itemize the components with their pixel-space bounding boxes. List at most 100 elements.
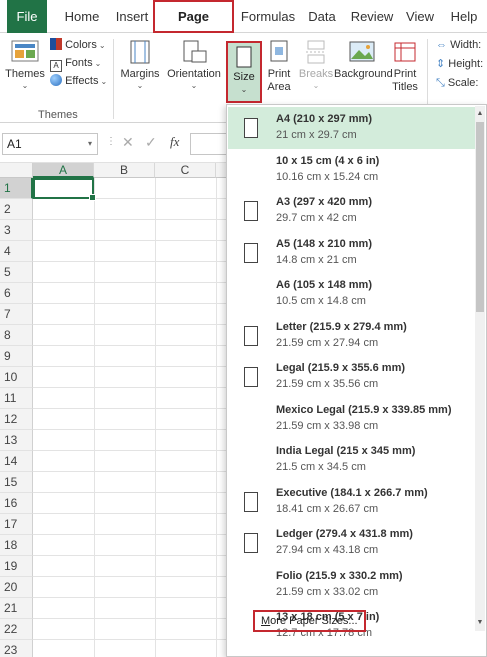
themes-button[interactable]: Themes ⌄ xyxy=(4,39,46,91)
row-header[interactable]: 6 xyxy=(0,283,33,304)
height-label: Height: xyxy=(448,58,484,70)
insert-function-icon[interactable]: fx xyxy=(170,134,179,150)
colors-button[interactable]: Colors ⌄ xyxy=(50,37,106,53)
column-gridline xyxy=(94,178,95,657)
paper-size-dimensions: 21.59 cm x 33.02 cm xyxy=(276,585,379,598)
size-button[interactable]: Size ⌄ xyxy=(226,41,262,103)
row-header[interactable]: 16 xyxy=(0,493,33,514)
tab-insert[interactable]: Insert xyxy=(110,0,154,33)
row-header[interactable]: 2 xyxy=(0,199,33,220)
row-header[interactable]: 1 xyxy=(0,178,33,199)
scroll-up-icon[interactable]: ▲ xyxy=(475,109,485,119)
more-paper-sizes-label: ore Paper Sizes... xyxy=(270,615,358,627)
paper-size-option[interactable]: Mexico Legal (215.9 x 339.85 mm) 21.59 cm… xyxy=(228,398,476,440)
paper-size-option[interactable]: India Legal (215 x 345 mm) 21.5 cm x 34.5… xyxy=(228,439,476,481)
paper-size-name: Legal (215.9 x 355.6 mm) xyxy=(276,362,406,374)
paper-size-option[interactable]: Ledger (279.4 x 431.8 mm) 27.94 cm x 43.1… xyxy=(228,522,476,564)
row-header[interactable]: 11 xyxy=(0,388,33,409)
paper-page-icon xyxy=(244,533,258,553)
orientation-button[interactable]: Orientation ⌄ xyxy=(166,39,222,91)
cancel-icon[interactable]: ✕ xyxy=(122,134,134,151)
background-button[interactable]: Background xyxy=(334,39,393,81)
enter-check-icon[interactable]: ✓ xyxy=(145,134,157,151)
fonts-button[interactable]: A Fonts ⌄ xyxy=(50,55,102,72)
row-header[interactable]: 14 xyxy=(0,451,33,472)
menu-scrollbar[interactable]: ▲ ▼ xyxy=(475,106,485,631)
height-control[interactable]: ⇕ Height: xyxy=(436,56,483,72)
row-header[interactable]: 19 xyxy=(0,556,33,577)
tab-help[interactable]: Help xyxy=(449,0,479,33)
scroll-down-icon[interactable]: ▼ xyxy=(475,618,485,628)
tab-file[interactable]: File xyxy=(7,0,47,33)
column-header-a[interactable]: A xyxy=(33,163,94,178)
row-header[interactable]: 21 xyxy=(0,598,33,619)
row-header[interactable]: 15 xyxy=(0,472,33,493)
row-header[interactable]: 4 xyxy=(0,241,33,262)
effects-button[interactable]: Effects ⌄ xyxy=(50,73,107,89)
row-gridline xyxy=(33,387,230,388)
row-gridline xyxy=(33,219,230,220)
row-header[interactable]: 23 xyxy=(0,640,33,657)
row-header[interactable]: 5 xyxy=(0,262,33,283)
row-header[interactable]: 17 xyxy=(0,514,33,535)
paper-page-icon xyxy=(244,201,258,221)
print-area-button[interactable]: Print Area xyxy=(264,39,294,94)
paper-page-icon xyxy=(244,118,258,138)
chevron-down-icon[interactable]: ▾ xyxy=(88,134,92,154)
tab-view[interactable]: View xyxy=(403,0,437,33)
tab-page-layout[interactable]: Page Layout xyxy=(153,0,234,53)
print-titles-button[interactable]: Print Titles xyxy=(390,39,420,94)
row-header[interactable]: 7 xyxy=(0,304,33,325)
row-header[interactable]: 8 xyxy=(0,325,33,346)
name-box-value: A1 xyxy=(7,137,22,151)
paper-size-menu: A4 (210 x 297 mm) 21 cm x 29.7 cm 10 x 15 … xyxy=(226,104,487,657)
row-header[interactable]: 12 xyxy=(0,409,33,430)
size-icon xyxy=(236,46,252,68)
active-cell-a1[interactable] xyxy=(33,178,96,201)
width-label: Width: xyxy=(450,39,482,51)
paper-size-option[interactable]: A6 (105 x 148 mm) 10.5 cm x 14.8 cm xyxy=(228,273,476,315)
column-header-b[interactable]: B xyxy=(94,163,155,178)
more-paper-sizes-button[interactable]: More Paper Sizes... xyxy=(253,610,366,632)
select-all-corner[interactable] xyxy=(0,163,33,178)
chevron-down-icon: ⌄ xyxy=(312,81,320,90)
paper-page-icon xyxy=(244,325,258,346)
paper-size-option[interactable]: A5 (148 x 210 mm) 14.8 cm x 21 cm xyxy=(228,232,476,274)
worksheet-grid[interactable]: A B C 1 2 3 4 5 6 7 8 9 10 11 12 13 14 15 16 17 18 19 20 21 2… xyxy=(0,163,230,657)
margins-button[interactable]: Margins ⌄ xyxy=(118,39,162,91)
scrollbar-thumb[interactable] xyxy=(476,122,484,312)
row-gridline xyxy=(33,345,230,346)
tab-data[interactable]: Data xyxy=(304,0,340,33)
formula-input[interactable] xyxy=(190,133,230,155)
paper-size-name: A6 (105 x 148 mm) xyxy=(276,279,372,291)
tab-review[interactable]: Review xyxy=(348,0,396,33)
row-gridline xyxy=(33,471,230,472)
row-header[interactable]: 9 xyxy=(0,346,33,367)
row-gridline xyxy=(33,534,230,535)
ribbon-tabs: File Home Insert Page Layout Formulas Da… xyxy=(0,0,487,53)
name-box[interactable]: A1 ▾ xyxy=(2,133,98,155)
scale-control[interactable]: ⤡ Scale: xyxy=(436,75,478,91)
paper-size-option[interactable]: A4 (210 x 297 mm) 21 cm x 29.7 cm xyxy=(228,107,476,149)
paper-size-option[interactable]: Letter (215.9 x 279.4 mm) 21.59 cm x 27.9… xyxy=(228,315,476,357)
paper-size-dimensions: 21 cm x 29.7 cm xyxy=(276,129,357,141)
breaks-button[interactable]: Breaks ⌄ xyxy=(298,39,334,91)
row-header[interactable]: 18 xyxy=(0,535,33,556)
row-header[interactable]: 22 xyxy=(0,619,33,640)
chevron-down-icon: ⌄ xyxy=(190,81,198,90)
chevron-down-icon: ⌄ xyxy=(94,59,102,68)
paper-size-option[interactable]: 10 x 15 cm (4 x 6 in) 10.16 cm x 15.24 cm xyxy=(228,149,476,191)
row-header[interactable]: 3 xyxy=(0,220,33,241)
column-header-c[interactable]: C xyxy=(155,163,216,178)
paper-size-option[interactable]: Folio (215.9 x 330.2 mm) 21.59 cm x 33.02… xyxy=(228,564,476,606)
paper-size-option[interactable]: Executive (184.1 x 266.7 mm) 18.41 cm x 2… xyxy=(228,481,476,523)
row-header[interactable]: 10 xyxy=(0,367,33,388)
row-gridline xyxy=(33,450,230,451)
tab-formulas[interactable]: Formulas xyxy=(238,0,298,33)
paper-size-option[interactable]: Legal (215.9 x 355.6 mm) 21.59 cm x 35.56… xyxy=(228,356,476,398)
row-header[interactable]: 20 xyxy=(0,577,33,598)
width-control[interactable]: ⇔ Width: xyxy=(436,37,481,53)
row-header[interactable]: 13 xyxy=(0,430,33,451)
paper-size-option[interactable]: A3 (297 x 420 mm) 29.7 cm x 42 cm xyxy=(228,190,476,232)
tab-home[interactable]: Home xyxy=(58,0,106,33)
